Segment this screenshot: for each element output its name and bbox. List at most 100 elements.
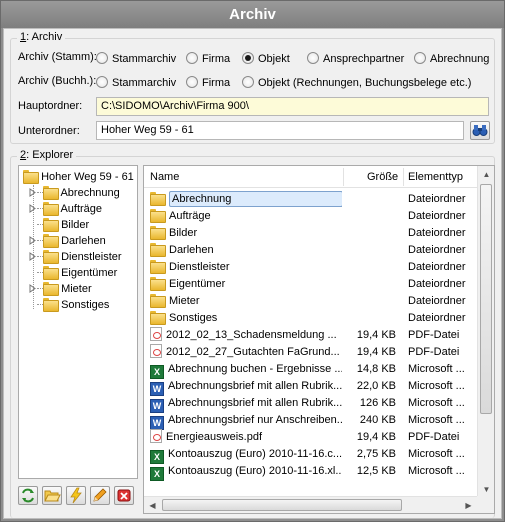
list-row[interactable]: Sonstiges Dateiordner xyxy=(144,310,477,327)
list-row[interactable]: X Kontoauszug (Euro) 2010-11-16.c... 2,75 … xyxy=(144,446,477,464)
radio-stamm-stammarchiv[interactable]: Stammarchiv xyxy=(96,51,176,67)
row-name: Sonstiges xyxy=(150,310,342,327)
folder-icon xyxy=(150,226,166,240)
tree-item[interactable]: Bilder xyxy=(29,217,89,233)
scroll-up-arrow-icon[interactable]: ▲ xyxy=(478,166,494,183)
explorer-group-title: 2: Explorer xyxy=(17,149,77,161)
list-row[interactable]: Mieter Dateiordner xyxy=(144,293,477,310)
folder-icon xyxy=(43,234,59,248)
expand-arrow-icon[interactable] xyxy=(29,188,36,197)
row-type: Microsoft ... xyxy=(408,380,465,392)
main-panel: 1: Archiv Archiv (Stamm): Stammarchiv Fi… xyxy=(3,28,502,519)
row-type: Microsoft ... xyxy=(408,363,465,375)
row-type: Microsoft ... xyxy=(408,397,465,409)
tree-item[interactable]: Dienstleister xyxy=(29,249,122,265)
folder-icon xyxy=(150,243,166,257)
tree-item[interactable]: Sonstiges xyxy=(29,297,109,313)
radio-stamm-abrechnung[interactable]: Abrechnung xyxy=(414,51,489,67)
tree-root[interactable]: Hoher Weg 59 - 61 xyxy=(23,169,134,185)
row-size: 19,4 KB xyxy=(356,431,396,443)
folder-icon xyxy=(150,294,166,308)
hauptordner-field[interactable]: C:\SIDOMO\Archiv\Firma 900\ xyxy=(96,97,489,116)
column-separator xyxy=(343,168,344,186)
row-size: 126 KB xyxy=(359,397,396,409)
row-name: Abrechnung xyxy=(150,191,342,208)
radio-dot xyxy=(186,52,198,64)
file-list[interactable]: Name Größe Elementtyp Abrechnung Dateiord… xyxy=(143,165,495,514)
vertical-scrollbar[interactable]: ▲ ▼ xyxy=(477,166,494,498)
refresh-icon xyxy=(22,488,34,503)
expand-arrow-icon[interactable] xyxy=(29,284,36,293)
scroll-left-arrow-icon[interactable]: ◀ xyxy=(144,497,161,513)
delete-button[interactable] xyxy=(114,486,134,505)
row-type: Microsoft ... xyxy=(408,414,465,426)
tree-item[interactable]: Abrechnung xyxy=(29,185,120,201)
expand-arrow-icon[interactable] xyxy=(29,236,36,245)
archiv-window: Archiv 1: Archiv Archiv (Stamm): Stammar… xyxy=(0,0,505,522)
radio-stamm-objekt[interactable]: Objekt xyxy=(242,51,290,67)
list-row[interactable]: Dienstleister Dateiordner xyxy=(144,259,477,276)
list-row[interactable]: Abrechnung Dateiordner xyxy=(144,191,477,208)
list-row[interactable]: Bilder Dateiordner xyxy=(144,225,477,242)
tree-item[interactable]: Mieter xyxy=(29,281,92,297)
radio-buchh-stammarchiv[interactable]: Stammarchiv xyxy=(96,75,176,91)
radio-dot xyxy=(414,52,426,64)
list-row[interactable]: 2012_02_13_Schadensmeldung ... 19,4 KB PDF… xyxy=(144,327,477,344)
list-row[interactable]: X Abrechnung buchen - Ergebnisse ... 14,8 … xyxy=(144,361,477,379)
list-row[interactable]: Energieausweis.pdf 19,4 KB PDF-Datei xyxy=(144,429,477,446)
pdf-icon xyxy=(150,429,162,443)
vertical-scroll-thumb[interactable] xyxy=(480,184,492,414)
list-row[interactable]: Darlehen Dateiordner xyxy=(144,242,477,259)
buchh-label: Archiv (Buchh.): xyxy=(18,75,97,87)
folder-icon xyxy=(150,311,166,325)
row-name: Eigentümer xyxy=(150,276,342,293)
expand-arrow-icon[interactable] xyxy=(29,204,36,213)
row-size: 2,75 KB xyxy=(356,448,396,460)
list-row[interactable]: W Abrechnungsbrief mit allen Rubrik... 126… xyxy=(144,395,477,413)
row-name: Bilder xyxy=(150,225,342,242)
radio-stamm-ansprechpartner[interactable]: Ansprechpartner xyxy=(307,51,404,67)
column-header-name[interactable]: Name xyxy=(150,166,179,188)
radio-buchh-firma[interactable]: Firma xyxy=(186,75,230,91)
pdf-icon xyxy=(150,344,162,358)
browse-folder-button[interactable] xyxy=(470,121,490,140)
row-name: X Kontoauszug (Euro) 2010-11-16.c... xyxy=(150,446,342,464)
edit-button[interactable] xyxy=(90,486,110,505)
list-row[interactable]: X Kontoauszug (Euro) 2010-11-16.xl... 12,5… xyxy=(144,463,477,481)
scroll-corner xyxy=(477,496,494,513)
horizontal-scroll-thumb[interactable] xyxy=(162,499,402,511)
list-row[interactable]: W Abrechnungsbrief mit allen Rubrik... 22,… xyxy=(144,378,477,396)
row-type: Dateiordner xyxy=(408,210,466,222)
folder-tree[interactable]: Hoher Weg 59 - 61 Abrechnung Aufträge Bi… xyxy=(18,165,138,479)
radio-stamm-firma[interactable]: Firma xyxy=(186,51,230,67)
row-name: W Abrechnungsbrief mit allen Rubrik... xyxy=(150,395,342,413)
pdf-icon xyxy=(150,327,162,341)
tree-item[interactable]: Eigentümer xyxy=(29,265,117,281)
horizontal-scrollbar[interactable]: ◀ ▶ xyxy=(144,496,477,513)
list-row[interactable]: Eigentümer Dateiordner xyxy=(144,276,477,293)
row-name: W Abrechnungsbrief nur Anschreiben... xyxy=(150,412,342,430)
list-row[interactable]: Aufträge Dateiordner xyxy=(144,208,477,225)
lightning-button[interactable] xyxy=(66,486,86,505)
folder-icon xyxy=(150,260,166,274)
tree-item[interactable]: Darlehen xyxy=(29,233,106,249)
expand-arrow-icon[interactable] xyxy=(29,252,36,261)
folder-icon xyxy=(43,266,59,280)
tree-item[interactable]: Aufträge xyxy=(29,201,102,217)
column-header-size[interactable]: Größe xyxy=(367,166,398,188)
list-row[interactable]: 2012_02_27_Gutachten FaGrund... 19,4 KB PD… xyxy=(144,344,477,361)
open-folder-button[interactable] xyxy=(42,486,62,505)
list-row[interactable]: W Abrechnungsbrief nur Anschreiben... 240 … xyxy=(144,412,477,430)
scroll-right-arrow-icon[interactable]: ▶ xyxy=(460,497,477,513)
unterordner-field[interactable]: Hoher Weg 59 - 61 xyxy=(96,121,464,140)
radio-dot-selected xyxy=(242,52,254,64)
column-header-type[interactable]: Elementtyp xyxy=(408,166,463,188)
excel-icon: X xyxy=(150,365,164,379)
binoculars-icon xyxy=(472,125,488,136)
radio-buchh-objekt[interactable]: Objekt (Rechnungen, Buchungsbelege etc.) xyxy=(242,75,471,91)
row-name: Aufträge xyxy=(150,208,342,225)
row-type: Microsoft ... xyxy=(408,465,465,477)
word-icon: W xyxy=(150,382,164,396)
refresh-button[interactable] xyxy=(18,486,38,505)
folder-icon xyxy=(150,277,166,291)
